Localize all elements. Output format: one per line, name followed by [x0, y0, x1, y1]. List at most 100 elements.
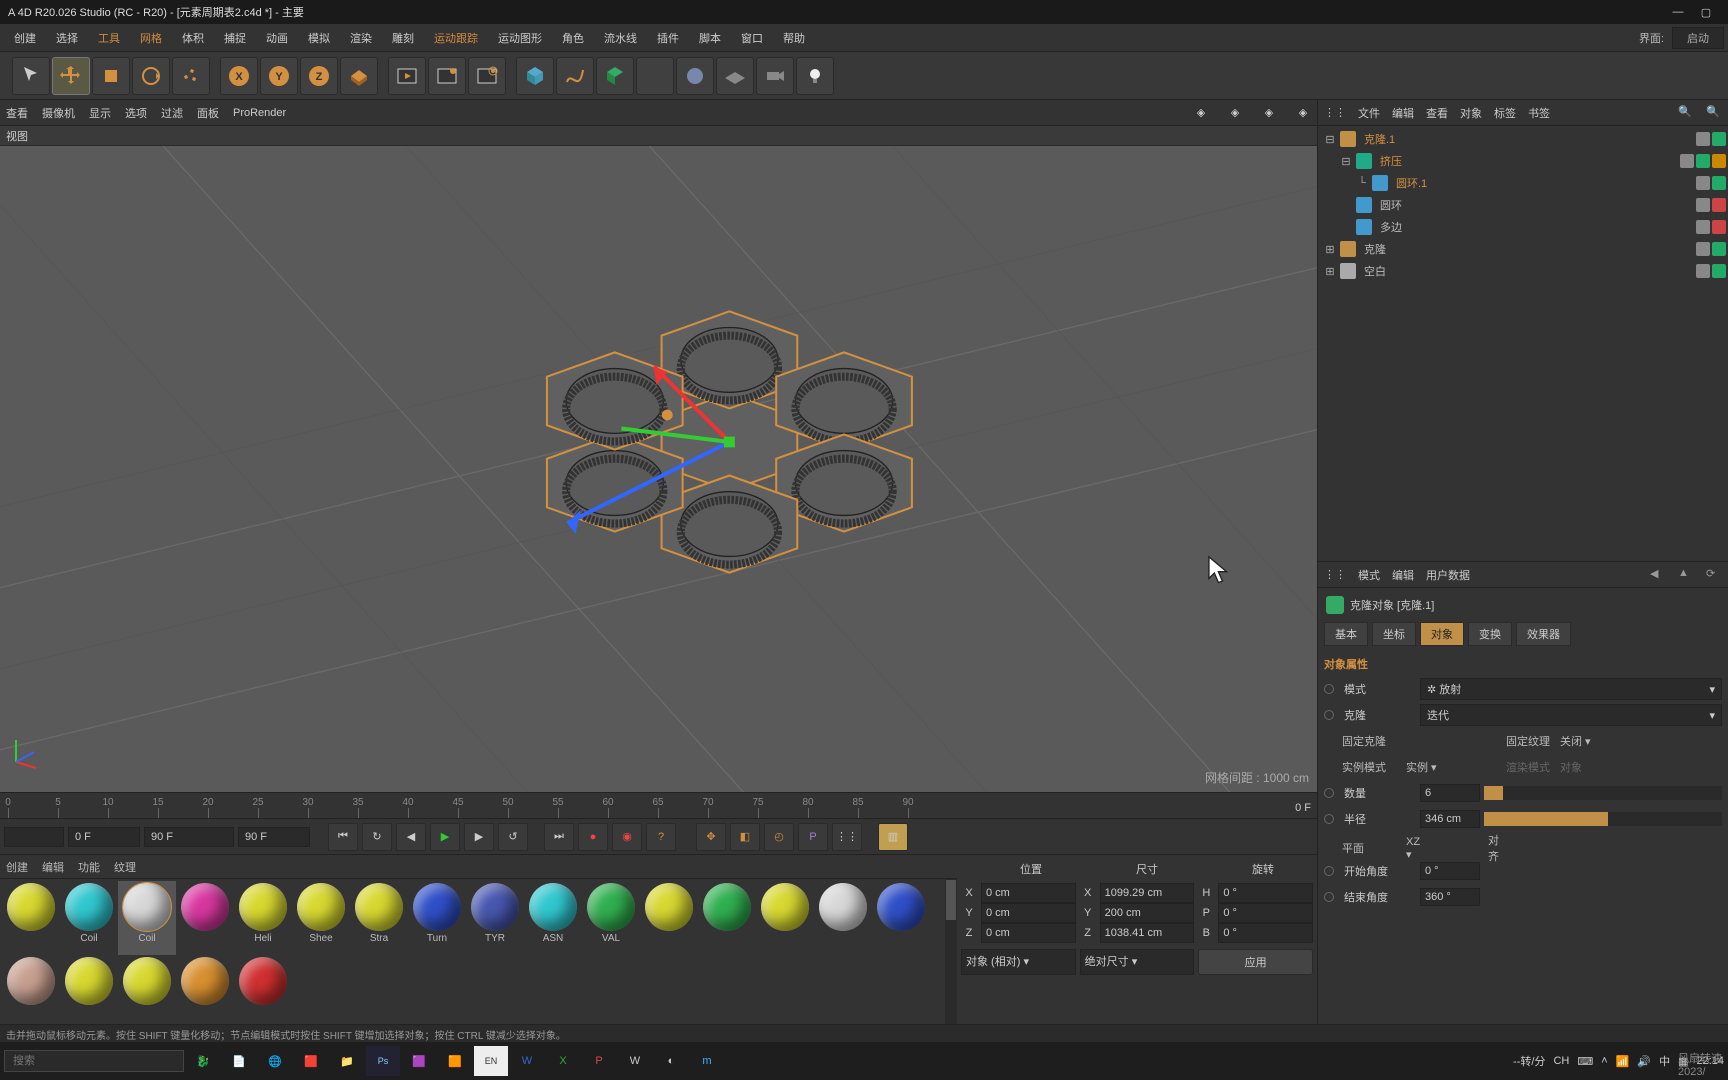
- visibility-flag[interactable]: [1696, 132, 1710, 146]
- matmenu-创建[interactable]: 创建: [6, 859, 28, 875]
- taskbar-explorer-icon[interactable]: 📁: [330, 1046, 364, 1076]
- count-field[interactable]: 6: [1420, 784, 1480, 802]
- material-item[interactable]: [2, 955, 60, 1024]
- menu-渲染[interactable]: 渲染: [340, 26, 382, 50]
- objmenu-文件[interactable]: 文件: [1358, 105, 1380, 121]
- select-tool[interactable]: [12, 57, 50, 95]
- matmenu-功能[interactable]: 功能: [78, 859, 100, 875]
- tray-lang[interactable]: CH: [1553, 1055, 1569, 1067]
- time-display-field[interactable]: [144, 827, 234, 847]
- material-item[interactable]: Heli: [234, 881, 292, 955]
- coord-system[interactable]: [340, 57, 378, 95]
- startangle-field[interactable]: 0 °: [1420, 862, 1480, 880]
- menu-模拟[interactable]: 模拟: [298, 26, 340, 50]
- menu-体积[interactable]: 体积: [172, 26, 214, 50]
- matmenu-编辑[interactable]: 编辑: [42, 859, 64, 875]
- move-icon[interactable]: ◈: [1193, 105, 1209, 121]
- goto-end-button[interactable]: ⏭: [544, 823, 574, 851]
- object-row[interactable]: ⊞克隆: [1320, 238, 1726, 260]
- menu-帮助[interactable]: 帮助: [773, 26, 815, 50]
- loop-button[interactable]: ↻: [362, 823, 392, 851]
- menu-插件[interactable]: 插件: [647, 26, 689, 50]
- expand-toggle[interactable]: ⊞: [1324, 265, 1336, 278]
- material-item[interactable]: ASN: [524, 881, 582, 955]
- material-item[interactable]: Coil: [118, 881, 176, 955]
- tab-坐标[interactable]: 坐标: [1372, 622, 1416, 646]
- maximize-icon[interactable]: ◈: [1295, 105, 1311, 121]
- key-pla-button[interactable]: ⋮⋮: [832, 823, 862, 851]
- material-item[interactable]: Shee: [292, 881, 350, 955]
- material-item[interactable]: [2, 881, 60, 955]
- material-item[interactable]: [698, 881, 756, 955]
- menu-网格[interactable]: 网格: [130, 26, 172, 50]
- add-spline[interactable]: [556, 57, 594, 95]
- radius-slider[interactable]: [1484, 812, 1722, 826]
- endangle-field[interactable]: 360 °: [1420, 888, 1480, 906]
- key-options-button[interactable]: ?: [646, 823, 676, 851]
- anim-dot[interactable]: [1324, 684, 1334, 694]
- add-camera[interactable]: [756, 57, 794, 95]
- objmenu-书签[interactable]: 书签: [1528, 105, 1550, 121]
- rotate-tool[interactable]: [132, 57, 170, 95]
- key-selection-button[interactable]: ▥: [878, 823, 908, 851]
- expand-toggle[interactable]: └: [1356, 177, 1368, 189]
- object-name[interactable]: 圆环.1: [1392, 175, 1692, 191]
- nav-back-icon[interactable]: ◀: [1650, 567, 1666, 583]
- object-name[interactable]: 空白: [1360, 263, 1692, 279]
- menu-窗口[interactable]: 窗口: [731, 26, 773, 50]
- taskbar-ps-icon[interactable]: Ps: [366, 1046, 400, 1076]
- time-end-field[interactable]: [238, 827, 310, 847]
- layout-dropdown[interactable]: 启动: [1672, 27, 1724, 49]
- material-scrollbar[interactable]: [945, 879, 957, 1024]
- tray-chevron-icon[interactable]: ˄: [1601, 1055, 1607, 1067]
- attmenu-模式[interactable]: 模式: [1358, 567, 1380, 583]
- panel-grip-icon[interactable]: ⋮⋮: [1324, 568, 1346, 581]
- visibility-flag[interactable]: [1712, 198, 1726, 212]
- coord-mode-dropdown[interactable]: 对象 (相对) ▾: [961, 949, 1076, 975]
- tab-基本[interactable]: 基本: [1324, 622, 1368, 646]
- render-settings[interactable]: [468, 57, 506, 95]
- object-row[interactable]: ⊟克隆.1: [1320, 128, 1726, 150]
- material-item[interactable]: [640, 881, 698, 955]
- visibility-flag[interactable]: [1712, 132, 1726, 146]
- tab-变换[interactable]: 变换: [1468, 622, 1512, 646]
- zoom-icon[interactable]: ◈: [1227, 105, 1243, 121]
- object-name[interactable]: 克隆.1: [1360, 131, 1692, 147]
- visibility-flag[interactable]: [1696, 198, 1710, 212]
- goto-end-cycle-button[interactable]: ↺: [498, 823, 528, 851]
- tray-ime[interactable]: 中: [1659, 1053, 1670, 1069]
- menu-选择[interactable]: 选择: [46, 26, 88, 50]
- menu-脚本[interactable]: 脚本: [689, 26, 731, 50]
- vpmenu-选项[interactable]: 选项: [125, 105, 147, 121]
- next-frame-button[interactable]: ▶: [464, 823, 494, 851]
- add-deformer[interactable]: [636, 57, 674, 95]
- move-tool[interactable]: [52, 57, 90, 95]
- tab-效果器[interactable]: 效果器: [1516, 622, 1571, 646]
- time-cur-field[interactable]: [68, 827, 140, 847]
- coord-size-dropdown[interactable]: 绝对尺寸 ▾: [1080, 949, 1195, 975]
- menu-捕捉[interactable]: 捕捉: [214, 26, 256, 50]
- autokey-button[interactable]: ◉: [612, 823, 642, 851]
- add-floor[interactable]: [716, 57, 754, 95]
- vpmenu-ProRender[interactable]: ProRender: [233, 107, 286, 119]
- pos-Z-field[interactable]: [981, 923, 1076, 943]
- rot-P-field[interactable]: [1218, 903, 1313, 923]
- material-item[interactable]: [814, 881, 872, 955]
- menu-角色[interactable]: 角色: [552, 26, 594, 50]
- visibility-flag[interactable]: [1680, 154, 1694, 168]
- object-name[interactable]: 克隆: [1360, 241, 1692, 257]
- count-slider[interactable]: [1484, 786, 1722, 800]
- objmenu-编辑[interactable]: 编辑: [1392, 105, 1414, 121]
- vpmenu-面板[interactable]: 面板: [197, 105, 219, 121]
- taskbar-search[interactable]: [4, 1050, 184, 1072]
- anim-dot[interactable]: [1324, 892, 1334, 902]
- instance-dropdown[interactable]: 实例 ▾: [1406, 759, 1484, 775]
- material-item[interactable]: [872, 881, 930, 955]
- anim-dot[interactable]: [1324, 710, 1334, 720]
- size-Z-field[interactable]: [1100, 923, 1195, 943]
- vpmenu-摄像机[interactable]: 摄像机: [42, 105, 75, 121]
- material-grid[interactable]: CoilCoilHeliSheeStraTurnTYRASNVAL: [0, 879, 957, 1024]
- menu-雕刻[interactable]: 雕刻: [382, 26, 424, 50]
- material-item[interactable]: [118, 955, 176, 1024]
- material-item[interactable]: TYR: [466, 881, 524, 955]
